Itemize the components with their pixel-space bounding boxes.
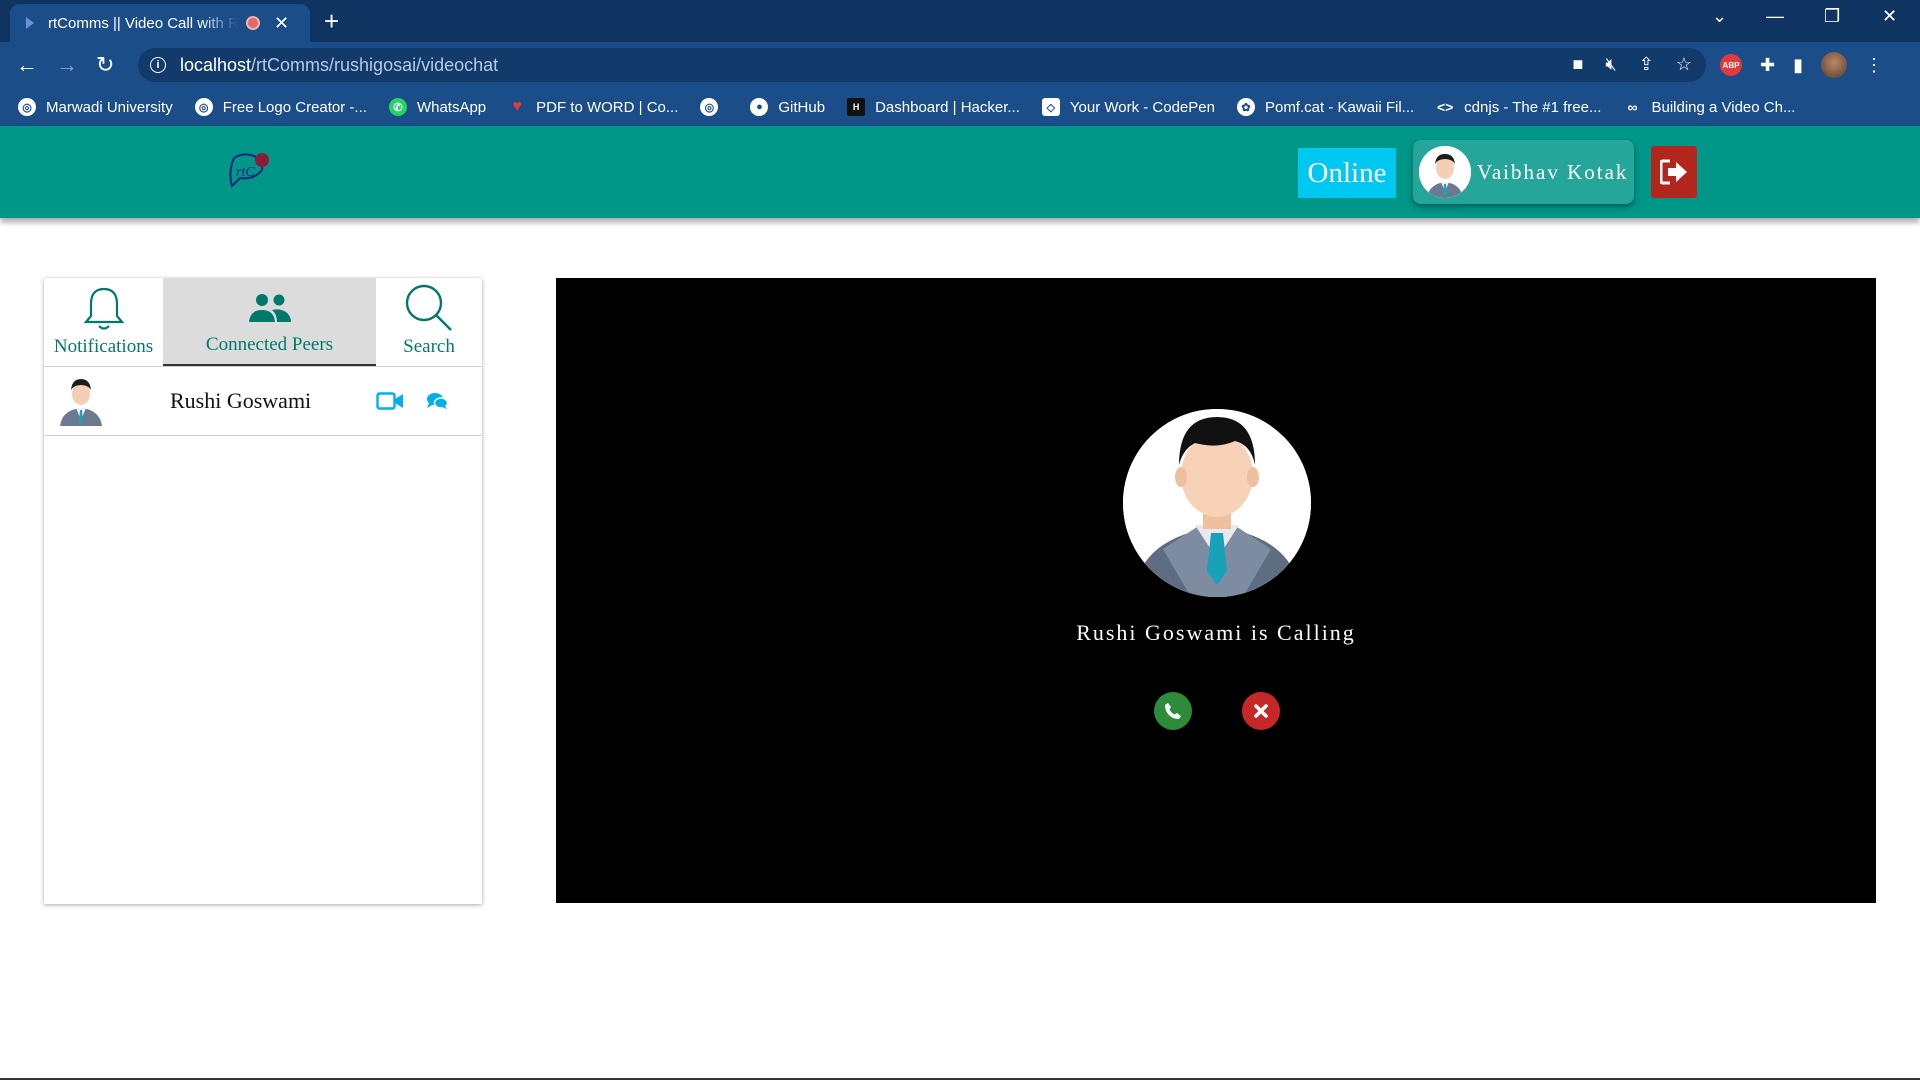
tab-search-label: Search <box>403 336 455 357</box>
new-tab-button[interactable]: + <box>324 6 339 37</box>
user-name: Vaibhav Kotak <box>1477 159 1629 184</box>
decline-call-button[interactable] <box>1242 692 1280 730</box>
video-call-area: Rushi Goswami is Calling <box>556 278 1876 903</box>
tab-title: rtComms || Video Call with Rushi <box>48 14 238 32</box>
browser-toolbar: ← → ↻ i localhost /rtComms/rushigosai/vi… <box>0 42 1920 88</box>
tab-notifications-label: Notifications <box>53 336 154 357</box>
link-icon: ∞ <box>1627 99 1638 115</box>
bookmark-pomf[interactable]: ✿ Pomf.cat - Kawaii Fil... <box>1236 98 1414 116</box>
address-bar[interactable]: i localhost /rtComms/rushigosai/videocha… <box>138 48 1706 82</box>
incoming-call-message: Rushi Goswami is Calling <box>1076 620 1356 645</box>
bookmarks-bar: ◎ Marwadi University ◎ Free Logo Creator -… <box>0 88 1920 126</box>
browser-menu-icon[interactable]: ⋮ <box>1865 55 1883 76</box>
peer-name: Rushi Goswami <box>170 388 312 413</box>
reload-icon[interactable]: ↻ <box>96 52 114 78</box>
phone-icon <box>1165 703 1181 719</box>
browser-tab-active[interactable]: rtComms || Video Call with Rushi ✕ <box>10 4 310 42</box>
logout-button[interactable] <box>1651 146 1697 198</box>
globe-icon: ◎ <box>18 98 36 116</box>
tab-close-icon[interactable]: ✕ <box>274 13 289 34</box>
back-arrow-icon[interactable]: ← <box>16 52 38 78</box>
close-icon <box>1254 704 1268 718</box>
people-icon <box>248 294 291 322</box>
tab-search-chevron-icon[interactable]: ⌄ <box>1712 6 1727 27</box>
online-status-badge[interactable]: Online <box>1298 148 1396 198</box>
camera-in-use-icon[interactable]: ■ <box>1573 54 1584 75</box>
hackerrank-icon: H <box>847 98 866 116</box>
user-avatar <box>1419 146 1471 198</box>
whatsapp-icon: ✆ <box>388 98 407 116</box>
cat-icon: ✿ <box>1236 98 1255 116</box>
codepen-icon: ◇ <box>1041 98 1060 116</box>
url-path: /rtComms/rushigosai/videochat <box>251 54 499 75</box>
bell-icon <box>83 287 124 330</box>
sign-out-icon <box>1660 159 1687 185</box>
side-panel-icon[interactable]: ▮ <box>1793 55 1803 76</box>
chat-icon[interactable] <box>426 392 448 410</box>
tab-connected-peers[interactable]: Connected Peers <box>163 278 376 366</box>
extensions-puzzle-icon[interactable]: ✚ <box>1760 55 1775 76</box>
bookmark-hackerrank[interactable]: H Dashboard | Hacker... <box>847 98 1020 116</box>
globe-icon: ◎ <box>194 98 213 116</box>
restore-button[interactable]: ❐ <box>1824 6 1840 27</box>
peers-panel: Notifications Connected Peers Search Rus… <box>44 278 482 904</box>
bookmark-whatsapp[interactable]: ✆ WhatsApp <box>388 98 486 116</box>
peer-avatar <box>58 376 104 426</box>
bookmark-video-chat[interactable]: ∞ Building a Video Ch... <box>1623 98 1795 116</box>
share-icon[interactable]: ⇪ <box>1639 54 1654 75</box>
url-host: localhost <box>180 54 252 75</box>
bookmark-github[interactable]: ● GitHub <box>750 98 825 116</box>
bookmark-cdnjs[interactable]: <> cdnjs - The #1 free... <box>1436 98 1601 116</box>
video-call-icon[interactable] <box>376 391 404 411</box>
tab-favicon-icon <box>22 15 38 31</box>
recording-indicator-icon <box>246 16 260 30</box>
bookmark-globe[interactable]: ◎ <box>700 98 728 116</box>
globe-icon: ◎ <box>700 98 719 116</box>
minimize-button[interactable]: — <box>1766 6 1784 27</box>
profile-avatar[interactable] <box>1821 52 1847 78</box>
rtcomms-logo[interactable]: rtC <box>224 148 272 199</box>
app-header: rtC Online Vaibhav Kotak <box>0 126 1920 218</box>
site-info-icon[interactable]: i <box>150 57 166 73</box>
logo-text: rtC <box>236 165 255 180</box>
bookmark-marwadi[interactable]: ◎ Marwadi University <box>18 98 173 116</box>
bookmark-logo-creator[interactable]: ◎ Free Logo Creator -... <box>194 98 367 116</box>
bookmark-star-icon[interactable]: ☆ <box>1676 54 1692 75</box>
tab-search[interactable]: Search <box>376 278 482 366</box>
forward-arrow-icon[interactable]: → <box>56 52 78 78</box>
panel-tabs: Notifications Connected Peers Search <box>44 278 482 367</box>
caller-avatar <box>1123 409 1311 597</box>
tab-notifications[interactable]: Notifications <box>44 278 163 366</box>
accept-call-button[interactable] <box>1154 692 1192 730</box>
user-profile-chip[interactable]: Vaibhav Kotak <box>1413 140 1634 204</box>
search-icon <box>405 284 452 331</box>
bookmark-pdf-to-word[interactable]: ♥ PDF to WORD | Co... <box>508 98 678 116</box>
adblock-plus-icon[interactable]: ABP <box>1720 54 1742 76</box>
bookmark-codepen[interactable]: ◇ Your Work - CodePen <box>1041 98 1215 116</box>
tab-connected-peers-label: Connected Peers <box>205 334 334 355</box>
sound-muted-icon[interactable]: 🔇︎ <box>1605 54 1616 75</box>
heart-icon: ♥ <box>512 98 522 115</box>
peer-list-item[interactable]: Rushi Goswami <box>44 367 482 436</box>
browser-tabstrip: rtComms || Video Call with Rushi ✕ + ⌄ —… <box>0 0 1920 42</box>
github-icon: ● <box>750 98 769 116</box>
close-window-button[interactable]: ✕ <box>1882 6 1897 27</box>
code-icon: <> <box>1436 99 1454 115</box>
